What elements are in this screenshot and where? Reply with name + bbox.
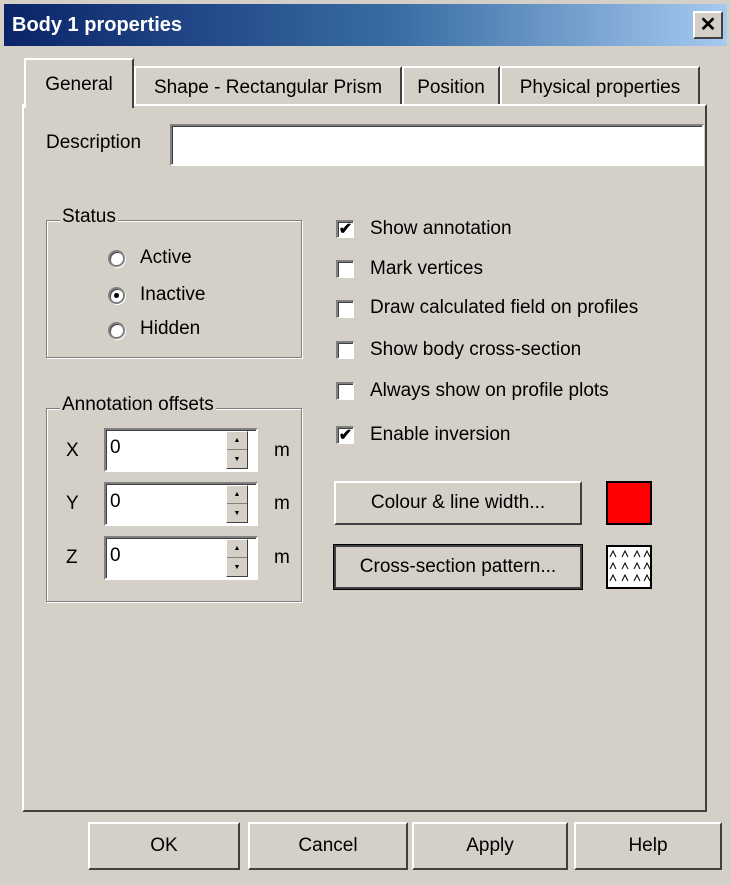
cancel-button-label: Cancel (298, 835, 358, 856)
window-title: Body 1 properties (12, 13, 183, 36)
ok-button-label: OK (150, 835, 178, 856)
tab-physical-properties[interactable]: Physical properties (500, 66, 700, 106)
apply-button[interactable]: Apply (412, 822, 568, 870)
close-button[interactable]: ✕ (693, 11, 723, 39)
dialog-window: Body 1 properties ✕ General Shape - Rect… (0, 0, 731, 885)
tab-shape[interactable]: Shape - Rectangular Prism (134, 66, 402, 106)
tab-position[interactable]: Position (402, 66, 500, 106)
tab-position-label: Position (417, 77, 485, 98)
title-bar[interactable]: Body 1 properties ✕ (4, 4, 727, 46)
ok-button[interactable]: OK (88, 822, 240, 870)
tab-general[interactable]: General (24, 58, 134, 108)
tab-shape-label: Shape - Rectangular Prism (153, 77, 383, 98)
tab-general-label: General (45, 74, 113, 95)
help-button-label: Help (628, 835, 668, 856)
help-button[interactable]: Help (574, 822, 722, 870)
tab-physical-properties-label: Physical properties (519, 77, 681, 98)
cancel-button[interactable]: Cancel (248, 822, 408, 870)
apply-button-label: Apply (466, 835, 514, 856)
tab-panel-general (22, 104, 707, 812)
close-icon: ✕ (699, 14, 717, 36)
